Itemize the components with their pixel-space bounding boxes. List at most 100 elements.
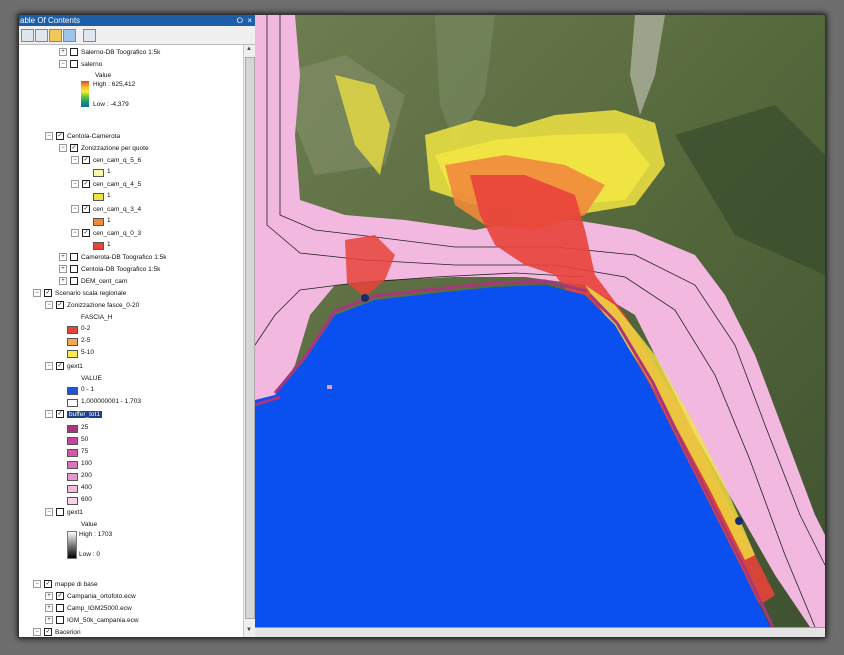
layer-label: DEM_cent_cam	[81, 278, 128, 285]
layer-centola-db[interactable]: + Centola-DB Toografico 1:5k	[59, 265, 160, 275]
list-by-drawing-order-icon[interactable]	[21, 29, 34, 42]
list-by-selection-icon[interactable]	[63, 29, 76, 42]
layer-checkbox[interactable]	[70, 265, 78, 274]
legend-swatch-q-3-4	[93, 218, 104, 226]
layer-checkbox[interactable]: ✓	[44, 580, 52, 589]
collapse-icon[interactable]: −	[33, 580, 41, 589]
legend-swatch-q-5-6	[93, 169, 104, 177]
legend-class-label: 600	[81, 496, 92, 503]
layer-label: gext1	[67, 509, 83, 516]
collapse-icon[interactable]: −	[45, 301, 53, 310]
layer-label: cen_cam_q_3_4	[93, 206, 142, 213]
collapse-icon[interactable]: −	[45, 132, 53, 141]
layer-checkbox[interactable]: ✓	[82, 180, 90, 189]
collapse-icon[interactable]: −	[71, 156, 79, 165]
group-mappe-di-base[interactable]: − ✓ mappe di base	[33, 580, 98, 590]
close-icon[interactable]: ×	[247, 15, 252, 26]
group-zonizzazione-quote[interactable]: − ✓ Zonizzazione per quote	[59, 144, 149, 154]
layer-checkbox[interactable]: ✓	[82, 229, 90, 238]
layer-checkbox[interactable]	[56, 508, 64, 517]
layer-checkbox[interactable]: ✓	[56, 410, 64, 419]
expand-icon[interactable]: +	[59, 265, 67, 274]
layer-gext1-raster[interactable]: − gext1	[45, 508, 83, 518]
layer-buffer-tot1[interactable]: − ✓ buffer_tot1	[45, 410, 102, 420]
layer-label: Centola-Camerota	[67, 133, 121, 140]
layer-cen-cam-q-3-4[interactable]: − ✓ cen_cam_q_3_4	[71, 205, 141, 215]
collapse-icon[interactable]: −	[45, 508, 53, 517]
layer-cen-cam-q-0-3[interactable]: − ✓ cen_cam_q_0_3	[71, 229, 141, 239]
legend-field-label: VALUE	[81, 375, 102, 382]
layer-checkbox[interactable]: ✓	[44, 628, 52, 637]
map-view[interactable]	[255, 15, 825, 627]
layer-label: cen_cam_q_0_3	[93, 230, 142, 237]
expand-icon[interactable]: +	[45, 592, 53, 601]
pin-icon[interactable]: ⭘	[237, 15, 243, 26]
layer-checkbox[interactable]: ✓	[82, 156, 90, 165]
expand-icon[interactable]: +	[59, 277, 67, 286]
layer-label: Camerota-DB Toografico 1:5k	[81, 254, 167, 261]
layer-tree: + Salerno-DB Toografico 1:5k − salerno Val…	[19, 45, 243, 637]
legend-class-label: 1	[107, 241, 111, 248]
layer-cen-cam-q-4-5[interactable]: − ✓ cen_cam_q_4_5	[71, 180, 141, 190]
scroll-up-icon[interactable]: ▲	[245, 46, 253, 55]
layer-zonizzazione-fasce[interactable]: − ✓ Zonizzazione fasce_0-20	[45, 301, 139, 311]
legend-class-label: 2-5	[81, 337, 91, 344]
collapse-icon[interactable]: −	[59, 60, 67, 69]
list-by-source-icon[interactable]	[35, 29, 48, 42]
layer-label: Camp_IGM25000.ecw	[67, 605, 132, 612]
group-scenario-regionale[interactable]: − ✓ Scenario scala regionale	[33, 289, 126, 299]
layer-label: cen_cam_q_5_6	[93, 157, 142, 164]
port-marker-icon[interactable]	[735, 517, 743, 525]
layer-checkbox[interactable]: ✓	[82, 205, 90, 214]
port-marker-icon[interactable]	[361, 294, 369, 302]
legend-low-label: Low : 0	[79, 551, 100, 558]
layer-checkbox[interactable]	[70, 277, 78, 286]
collapse-icon[interactable]: −	[71, 205, 79, 214]
layer-camp-igm25000[interactable]: + Camp_IGM25000.ecw	[45, 604, 132, 614]
expand-icon[interactable]: +	[59, 48, 67, 57]
map-canvas[interactable]	[255, 15, 825, 627]
layer-gext1[interactable]: − ✓ gext1	[45, 362, 83, 372]
elevation-ramp-swatch	[81, 81, 89, 107]
layer-checkbox[interactable]	[70, 253, 78, 262]
layer-checkbox[interactable]: ✓	[44, 289, 52, 298]
expand-icon[interactable]: +	[45, 616, 53, 625]
layer-salerno[interactable]: − salerno	[59, 60, 102, 70]
layer-salerno-db[interactable]: + Salerno-DB Toografico 1:5k	[59, 48, 160, 58]
collapse-icon[interactable]: −	[71, 229, 79, 238]
layer-checkbox[interactable]	[56, 616, 64, 625]
layer-dem-cent-cam[interactable]: + DEM_cent_cam	[59, 277, 127, 287]
legend-class-label: 0 - 1	[81, 386, 95, 393]
layer-camerota-db[interactable]: + Camerota-DB Toografico 1:5k	[59, 253, 167, 263]
scroll-down-icon[interactable]: ▼	[245, 627, 253, 636]
layer-checkbox[interactable]: ✓	[56, 132, 64, 141]
group-bacerion[interactable]: − ✓ Bacerion	[33, 628, 81, 637]
collapse-icon[interactable]: −	[33, 628, 41, 637]
collapse-icon[interactable]: −	[71, 180, 79, 189]
expand-icon[interactable]: +	[45, 604, 53, 613]
islet	[327, 385, 332, 389]
layer-checkbox[interactable]	[56, 604, 64, 613]
toc-title: able Of Contents	[20, 16, 81, 25]
collapse-icon[interactable]: −	[45, 362, 53, 371]
layer-checkbox[interactable]: ✓	[56, 362, 64, 371]
collapse-icon[interactable]: −	[45, 410, 53, 419]
group-centola-camerota[interactable]: − ✓ Centola-Camerota	[45, 132, 120, 142]
layer-igm-50k-campania[interactable]: + IGM_50k_campania.ecw	[45, 616, 139, 626]
layer-checkbox[interactable]: ✓	[70, 144, 78, 153]
layer-checkbox[interactable]	[70, 60, 78, 69]
scroll-thumb[interactable]	[245, 57, 255, 619]
collapse-icon[interactable]: −	[33, 289, 41, 298]
layer-campania-ortofoto[interactable]: + ✓ Campania_ortofoto.ecw	[45, 592, 136, 602]
layer-label: Zonizzazione per quote	[81, 145, 149, 152]
layer-checkbox[interactable]: ✓	[56, 592, 64, 601]
layer-checkbox[interactable]	[70, 48, 78, 57]
layer-checkbox[interactable]: ✓	[56, 301, 64, 310]
layer-cen-cam-q-5-6[interactable]: − ✓ cen_cam_q_5_6	[71, 156, 141, 166]
collapse-icon[interactable]: −	[59, 144, 67, 153]
list-by-visibility-icon[interactable]	[49, 29, 62, 42]
toc-scrollbar[interactable]: ▲ ▼	[243, 45, 255, 637]
legend-swatch-buffer	[67, 461, 78, 469]
options-icon[interactable]	[83, 29, 96, 42]
expand-icon[interactable]: +	[59, 253, 67, 262]
